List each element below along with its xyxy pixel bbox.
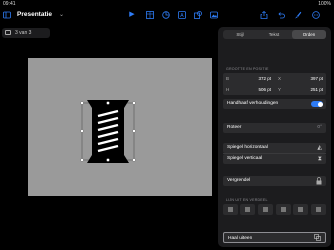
flip-vertical-icon: ⧗ [317,156,322,162]
status-battery: 100% [318,1,331,7]
flip-horizontal-label: Spiegel horizontaal [227,145,268,150]
flip-vertical-row[interactable]: Spiegel verticaal ⧗ [223,154,326,164]
ungroup-icon [314,234,321,246]
size-position-heading: GROOTTE EN POSITIE [226,67,269,71]
flip-vertical-label: Spiegel verticaal [227,156,263,161]
status-time: 09:41 [3,1,16,7]
y-value: 251 pt [310,87,323,92]
align-center-icon[interactable] [240,204,255,215]
lock-row[interactable]: Vergrendel [223,176,326,186]
width-field[interactable]: B 372 pt [223,74,274,83]
slides-icon [5,30,11,35]
rotate-row[interactable]: Roteer 0° [223,123,326,133]
keep-ratio-row: Handhaaf verhoudingen [223,99,326,109]
align-right-icon[interactable] [258,204,273,215]
format-tabs: Stijl Tekst Orden [223,30,326,39]
x-label: X [278,76,282,81]
ungroup-button[interactable]: Haal uiteen [223,232,326,243]
lock-icon [316,176,322,190]
slide-counter: 3 van 3 [15,30,32,36]
document-title[interactable]: Presentatie [17,11,52,18]
y-field[interactable]: Y 251 pt [275,85,326,94]
chart-icon[interactable] [162,11,170,19]
y-label: Y [278,87,282,92]
width-value: 372 pt [258,76,271,81]
flip-horizontal-row[interactable]: Spiegel horizontaal ◭ [223,143,326,153]
format-brush-icon[interactable] [294,11,302,19]
lock-label: Vergrendel [227,178,251,183]
tab-text[interactable]: Tekst [257,30,291,39]
align-bottom-icon[interactable] [311,204,326,215]
chevron-down-icon[interactable]: ⌄ [59,11,64,18]
x-field[interactable]: X 397 pt [275,74,326,83]
status-bar: 09:41 100% [0,0,334,9]
keep-ratio-label: Handhaaf verhoudingen [227,101,279,106]
width-label: B [226,76,230,81]
selected-spool-shape[interactable] [78,99,138,164]
media-icon[interactable] [210,11,218,19]
size-position-group: B 372 pt X 397 pt H 506 pt Y 251 pt [223,73,326,95]
shape-icon[interactable] [194,11,202,19]
x-value: 397 pt [310,76,323,81]
rotate-label: Roteer [227,125,242,130]
more-icon[interactable] [312,11,320,19]
ungroup-label: Haal uiteen [228,236,253,241]
height-value: 506 pt [258,87,271,92]
rotate-value: 0° [317,125,322,130]
format-panel: Stijl Tekst Orden GROOTTE EN POSITIE B 3… [218,27,331,247]
table-icon[interactable] [146,11,154,19]
tab-arrange[interactable]: Orden [292,30,326,39]
flip-horizontal-icon: ◭ [317,145,322,151]
align-buttons [223,204,326,215]
align-top-icon[interactable] [276,204,291,215]
align-left-icon[interactable] [223,204,238,215]
align-middle-icon[interactable] [293,204,308,215]
share-icon[interactable] [260,10,268,19]
undo-icon[interactable] [277,11,285,19]
align-heading: LIJN UIT EN VERDEEL [226,198,268,202]
textbox-icon[interactable]: A [178,11,186,19]
slide-navigator-button[interactable]: 3 van 3 [2,28,50,38]
height-field[interactable]: H 506 pt [223,85,274,94]
height-label: H [226,87,230,92]
play-icon[interactable]: ▶ [128,11,136,19]
keep-ratio-toggle[interactable] [311,101,323,107]
tab-style[interactable]: Stijl [223,30,257,39]
sidebar-icon[interactable] [3,11,11,19]
top-toolbar: Presentatie ⌄ ▶ A [0,9,334,23]
